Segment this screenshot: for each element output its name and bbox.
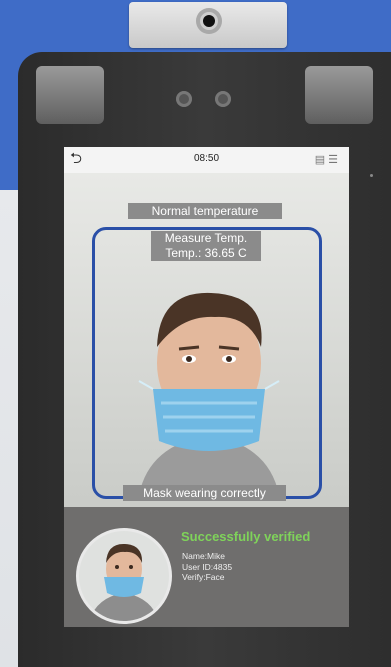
verification-panel: Successfully verified Name:Mike User ID:…: [64, 507, 349, 627]
ir-light-icon: [215, 91, 231, 107]
measure-title: Measure Temp.: [164, 231, 248, 245]
user-info: Name:Mike User ID:4835 Verify:Face: [182, 551, 232, 583]
clock: 08:50: [193, 153, 220, 164]
device-screen: ⮌ 08:50 ▤☰ Normal temperature Measure Te…: [64, 147, 349, 627]
face-image: [138, 292, 280, 495]
screen-top-bar: ⮌ 08:50 ▤☰: [64, 147, 349, 173]
left-sensor: [36, 66, 104, 124]
user-id: User ID:4835: [182, 561, 233, 572]
indicator-dot: [370, 174, 373, 177]
menu-icon[interactable]: ☰: [328, 154, 341, 166]
top-icons: ▤☰: [315, 153, 341, 166]
user-name: Name:Mike: [182, 551, 225, 561]
avatar: [76, 528, 172, 624]
ir-light-icon: [176, 91, 192, 107]
temperature-status-banner: Normal temperature: [128, 203, 282, 219]
verify-method: Verify:Face: [182, 572, 225, 582]
mask-status-banner: Mask wearing correctly: [123, 485, 286, 501]
camera-module: [129, 2, 287, 48]
camera-lens-icon: [196, 8, 222, 34]
verification-result-title: Successfully verified: [181, 529, 311, 544]
measure-temperature-label: Measure Temp. Temp.: 36.65 C: [151, 231, 261, 261]
right-sensor: [305, 66, 373, 124]
temperature-value: Temp.: 36.65 C: [165, 246, 247, 260]
avatar-face-image: [89, 543, 159, 621]
keyboard-icon[interactable]: ▤: [315, 154, 328, 166]
